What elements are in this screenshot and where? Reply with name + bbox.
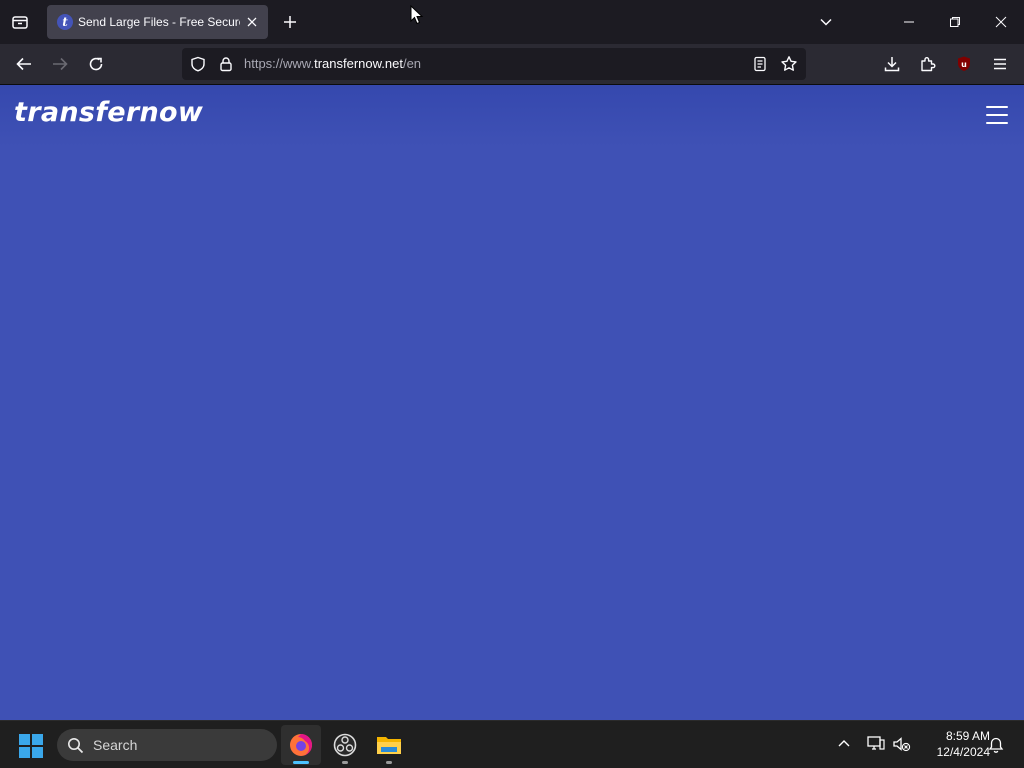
lock-icon[interactable] bbox=[218, 56, 234, 72]
system-clock[interactable]: 8:59 AM 12/4/2024 bbox=[918, 728, 990, 760]
folder-icon bbox=[377, 737, 401, 754]
close-tab-button[interactable] bbox=[243, 13, 261, 31]
start-button[interactable] bbox=[18, 733, 44, 759]
address-bar[interactable]: https://www.transfernow.net/en bbox=[182, 48, 806, 80]
arrow-right-icon bbox=[53, 57, 68, 71]
firefox-icon bbox=[290, 734, 312, 757]
plus-icon bbox=[284, 16, 296, 28]
download-icon bbox=[884, 57, 900, 72]
windows-taskbar: Search 8:59 AM 12/4/2024 bbox=[0, 720, 1024, 768]
clock-date: 12/4/2024 bbox=[936, 745, 990, 759]
url-domain: transfernow.net bbox=[314, 56, 403, 71]
list-all-tabs-button[interactable] bbox=[814, 10, 838, 34]
site-menu-button[interactable] bbox=[985, 105, 1009, 125]
reader-view-icon[interactable] bbox=[752, 56, 768, 72]
menu-bar-line bbox=[986, 114, 1008, 116]
hamburger-menu-icon bbox=[994, 58, 1006, 70]
tracking-protection-shield-icon[interactable] bbox=[190, 56, 206, 72]
puzzle-piece-icon bbox=[921, 57, 936, 72]
minimize-window-button[interactable] bbox=[886, 0, 932, 44]
svg-text:u: u bbox=[961, 60, 967, 69]
windows-logo-icon bbox=[19, 734, 43, 758]
back-button[interactable] bbox=[12, 52, 36, 76]
close-window-button[interactable] bbox=[978, 0, 1024, 44]
restore-icon bbox=[950, 17, 960, 27]
arrow-left-icon bbox=[16, 57, 31, 71]
network-icon[interactable] bbox=[866, 735, 886, 753]
close-icon bbox=[995, 16, 1007, 28]
downloads-button[interactable] bbox=[880, 52, 904, 76]
taskbar-search-box[interactable]: Search bbox=[57, 729, 277, 761]
tab-list-button[interactable] bbox=[8, 10, 32, 34]
menu-bar-line bbox=[986, 106, 1008, 108]
url-prefix: https://www. bbox=[244, 56, 315, 71]
new-tab-button[interactable] bbox=[278, 10, 302, 34]
show-hidden-icons-chevron-icon[interactable] bbox=[835, 735, 853, 753]
ublock-shield-icon: u bbox=[958, 56, 970, 71]
browser-tab-active[interactable]: t Send Large Files - Free Secure F bbox=[47, 5, 268, 39]
taskbar-firefox[interactable] bbox=[281, 725, 321, 765]
restore-window-button[interactable] bbox=[932, 0, 978, 44]
clock-time: 8:59 AM bbox=[945, 729, 990, 743]
extensions-button[interactable] bbox=[916, 52, 940, 76]
tab-title: Send Large Files - Free Secure F bbox=[78, 15, 240, 29]
menu-bar-line bbox=[986, 122, 1008, 124]
search-icon bbox=[68, 738, 84, 754]
reload-button[interactable] bbox=[84, 52, 108, 76]
notification-bell-icon[interactable] bbox=[987, 736, 1005, 754]
forward-button[interactable] bbox=[48, 52, 72, 76]
active-app-indicator bbox=[293, 761, 309, 764]
minimize-icon bbox=[904, 21, 914, 23]
reload-icon bbox=[89, 57, 103, 71]
browser-tab-bar: t Send Large Files - Free Secure F bbox=[0, 0, 1024, 44]
url-path: /en bbox=[402, 56, 422, 71]
transfernow-favicon-icon: t bbox=[57, 14, 73, 30]
chevron-down-icon bbox=[820, 18, 832, 26]
ublock-origin-button[interactable]: u bbox=[952, 52, 976, 76]
browser-nav-bar: https://www.transfernow.net/en u 1 bbox=[0, 44, 1024, 105]
running-app-indicator bbox=[342, 761, 348, 764]
obs-icon bbox=[333, 733, 357, 757]
mouse-pointer-icon bbox=[410, 5, 424, 25]
search-label: Search bbox=[93, 737, 138, 753]
running-app-indicator bbox=[386, 761, 392, 764]
tab-list-icon bbox=[12, 16, 28, 29]
taskbar-obs-studio[interactable] bbox=[325, 725, 365, 765]
page-content: transfernow bbox=[0, 85, 1024, 720]
bookmark-star-icon[interactable] bbox=[780, 55, 798, 73]
app-menu-button[interactable] bbox=[988, 52, 1012, 76]
volume-muted-icon[interactable] bbox=[892, 735, 912, 753]
transfernow-logo[interactable]: transfernow bbox=[14, 97, 203, 128]
site-header: transfernow bbox=[0, 85, 1024, 147]
url-text[interactable]: https://www.transfernow.net/en bbox=[244, 48, 421, 80]
taskbar-file-explorer[interactable] bbox=[369, 725, 409, 765]
close-icon bbox=[247, 17, 257, 27]
